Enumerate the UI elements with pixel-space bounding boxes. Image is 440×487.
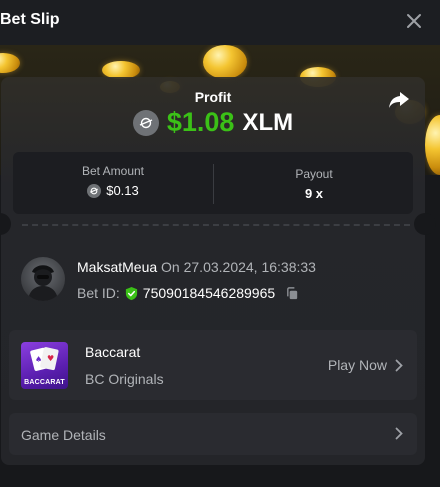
bet-amount-value: $0.13 bbox=[106, 183, 139, 198]
bet-slip-modal: Bet Slip Profit $1.08 XLM Bet Amount $0.… bbox=[0, 0, 440, 487]
bet-stats: Bet Amount $0.13 Payout 9 x bbox=[13, 152, 413, 214]
close-icon[interactable] bbox=[402, 9, 426, 33]
profit-row: $1.08 XLM bbox=[1, 107, 425, 138]
game-details-label: Game Details bbox=[21, 427, 106, 443]
game-name: Baccarat bbox=[85, 344, 141, 360]
bet-user-line: MaksatMeua On 27.03.2024, 16:38:33 bbox=[77, 259, 316, 275]
playing-cards-icon: ♠ ♥ bbox=[30, 347, 59, 371]
ticket-notch-right bbox=[414, 213, 436, 235]
chevron-right-icon bbox=[395, 359, 403, 371]
share-icon[interactable] bbox=[387, 89, 411, 111]
game-details-row[interactable]: Game Details bbox=[9, 413, 417, 455]
ticket-separator bbox=[22, 224, 410, 226]
profit-currency: XLM bbox=[242, 108, 294, 136]
xlm-coin-icon bbox=[87, 183, 102, 198]
bet-id-label: Bet ID: bbox=[77, 285, 120, 301]
xlm-coin-icon bbox=[132, 109, 159, 136]
modal-title: Bet Slip bbox=[0, 11, 60, 28]
payout-label: Payout bbox=[295, 167, 333, 181]
verified-shield-icon bbox=[125, 286, 137, 300]
avatar[interactable] bbox=[21, 257, 65, 301]
chevron-right-icon bbox=[395, 427, 403, 440]
game-provider: BC Originals bbox=[85, 371, 164, 387]
baccarat-thumbnail: ♠ ♥ BACCARAT bbox=[21, 342, 68, 389]
profit-label: Profit bbox=[194, 89, 232, 105]
bet-timestamp: On 27.03.2024, 16:38:33 bbox=[161, 259, 316, 275]
payout-stat: Payout 9 x bbox=[214, 152, 414, 214]
bet-amount-stat: Bet Amount $0.13 bbox=[13, 152, 213, 214]
play-now-button[interactable]: Play Now bbox=[328, 357, 403, 373]
play-now-label: Play Now bbox=[327, 357, 387, 373]
coin-decoration bbox=[425, 115, 440, 175]
bet-amount-label: Bet Amount bbox=[81, 164, 145, 178]
bet-amount-value-row: $0.13 bbox=[13, 183, 213, 198]
svg-text:♥: ♥ bbox=[47, 354, 54, 363]
profit-amount: $1.08 bbox=[166, 107, 235, 137]
modal-header: Bet Slip bbox=[0, 0, 440, 45]
game-row[interactable]: ♠ ♥ BACCARAT Baccarat BC Originals Play … bbox=[9, 330, 417, 400]
bet-id-value: 75090184546289965 bbox=[142, 285, 276, 301]
copy-icon[interactable] bbox=[285, 286, 300, 301]
username[interactable]: MaksatMeua bbox=[77, 259, 157, 275]
svg-text:♠: ♠ bbox=[35, 355, 42, 364]
bet-id-row: Bet ID: 75090184546289965 bbox=[77, 285, 300, 301]
payout-value: 9 x bbox=[304, 186, 324, 201]
baccarat-logo-text: BACCARAT bbox=[24, 379, 65, 386]
coin-decoration bbox=[203, 45, 247, 79]
coin-decoration bbox=[0, 53, 20, 73]
